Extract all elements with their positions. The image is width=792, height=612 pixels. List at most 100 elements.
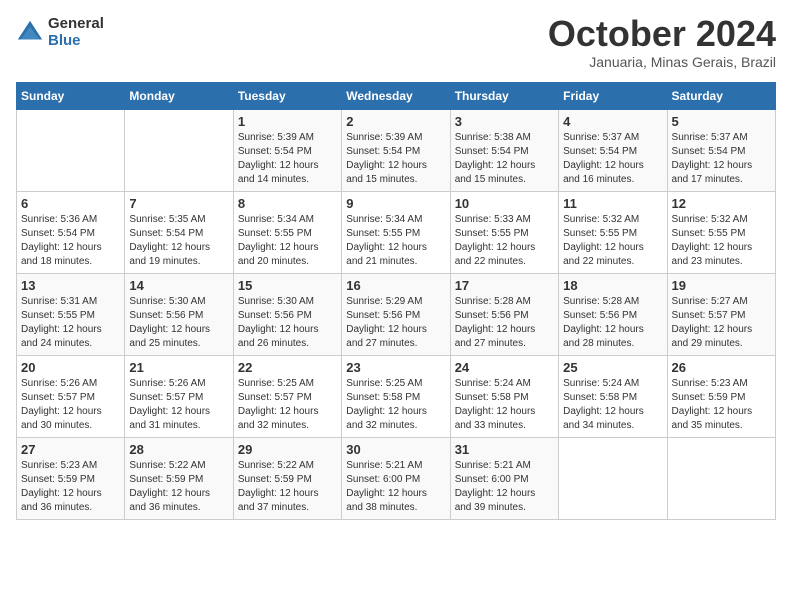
day-number: 8	[238, 196, 337, 211]
calendar-cell: 10Sunrise: 5:33 AMSunset: 5:55 PMDayligh…	[450, 192, 558, 274]
header-wednesday: Wednesday	[342, 83, 450, 110]
day-info: Sunrise: 5:38 AMSunset: 5:54 PMDaylight:…	[455, 131, 554, 187]
day-number: 11	[563, 196, 662, 211]
calendar-cell: 20 Sunrise: 5:26 AMSunset: 5:57 PMDayligh…	[17, 356, 125, 438]
calendar-cell: 17Sunrise: 5:28 AMSunset: 5:56 PMDayligh…	[450, 274, 558, 356]
day-info: Sunrise: 5:29 AMSunset: 5:56 PMDaylight:…	[346, 295, 445, 351]
month-title: October 2024	[548, 16, 776, 52]
day-info: Sunrise: 5:32 AMSunset: 5:55 PMDaylight:…	[563, 213, 662, 269]
day-number: 19	[672, 278, 771, 293]
logo-blue-text: Blue	[48, 33, 104, 50]
day-number: 27	[21, 442, 120, 457]
day-number: 22	[238, 360, 337, 375]
day-info: Sunrise: 5:25 AMSunset: 5:57 PMDaylight:…	[238, 377, 337, 433]
header-sunday: Sunday	[17, 83, 125, 110]
day-info: Sunrise: 5:23 AMSunset: 5:59 PMDaylight:…	[672, 377, 771, 433]
day-number: 5	[672, 114, 771, 129]
day-number: 17	[455, 278, 554, 293]
day-number: 14	[129, 278, 228, 293]
day-info: Sunrise: 5:21 AMSunset: 6:00 PMDaylight:…	[346, 459, 445, 515]
calendar-cell	[125, 110, 233, 192]
calendar-cell: 25 Sunrise: 5:24 AMSunset: 5:58 PMDayligh…	[559, 356, 667, 438]
day-number: 28	[129, 442, 228, 457]
day-number: 7	[129, 196, 228, 211]
day-info: Sunrise: 5:34 AMSunset: 5:55 PMDaylight:…	[346, 213, 445, 269]
day-info: Sunrise: 5:26 AMSunset: 5:57 PMDaylight:…	[129, 377, 228, 433]
calendar-cell: 21 Sunrise: 5:26 AMSunset: 5:57 PMDayligh…	[125, 356, 233, 438]
header-thursday: Thursday	[450, 83, 558, 110]
calendar-week-row: 20 Sunrise: 5:26 AMSunset: 5:57 PMDayligh…	[17, 356, 776, 438]
calendar-cell: 24 Sunrise: 5:24 AMSunset: 5:58 PMDayligh…	[450, 356, 558, 438]
calendar-cell: 8Sunrise: 5:34 AMSunset: 5:55 PMDaylight…	[233, 192, 341, 274]
day-info: Sunrise: 5:26 AMSunset: 5:57 PMDaylight:…	[21, 377, 120, 433]
day-info: Sunrise: 5:30 AMSunset: 5:56 PMDaylight:…	[238, 295, 337, 351]
day-info: Sunrise: 5:27 AMSunset: 5:57 PMDaylight:…	[672, 295, 771, 351]
day-number: 13	[21, 278, 120, 293]
calendar-cell: 13Sunrise: 5:31 AMSunset: 5:55 PMDayligh…	[17, 274, 125, 356]
page-header: General Blue October 2024 Januaria, Mina…	[16, 16, 776, 70]
header-saturday: Saturday	[667, 83, 775, 110]
calendar-cell: 12Sunrise: 5:32 AMSunset: 5:55 PMDayligh…	[667, 192, 775, 274]
logo-text: General Blue	[48, 16, 104, 49]
calendar-cell: 23 Sunrise: 5:25 AMSunset: 5:58 PMDayligh…	[342, 356, 450, 438]
header-friday: Friday	[559, 83, 667, 110]
calendar-week-row: 1 Sunrise: 5:39 AMSunset: 5:54 PMDaylight…	[17, 110, 776, 192]
calendar-cell	[667, 438, 775, 520]
day-info: Sunrise: 5:23 AMSunset: 5:59 PMDaylight:…	[21, 459, 120, 515]
calendar-cell: 5 Sunrise: 5:37 AMSunset: 5:54 PMDaylight…	[667, 110, 775, 192]
day-number: 31	[455, 442, 554, 457]
day-info: Sunrise: 5:22 AMSunset: 5:59 PMDaylight:…	[129, 459, 228, 515]
calendar-cell: 30 Sunrise: 5:21 AMSunset: 6:00 PMDayligh…	[342, 438, 450, 520]
day-number: 4	[563, 114, 662, 129]
day-number: 1	[238, 114, 337, 129]
header-monday: Monday	[125, 83, 233, 110]
calendar-cell: 9 Sunrise: 5:34 AMSunset: 5:55 PMDaylight…	[342, 192, 450, 274]
day-info: Sunrise: 5:25 AMSunset: 5:58 PMDaylight:…	[346, 377, 445, 433]
location-subtitle: Januaria, Minas Gerais, Brazil	[548, 54, 776, 70]
day-number: 24	[455, 360, 554, 375]
calendar-cell: 27 Sunrise: 5:23 AMSunset: 5:59 PMDayligh…	[17, 438, 125, 520]
day-info: Sunrise: 5:22 AMSunset: 5:59 PMDaylight:…	[238, 459, 337, 515]
day-number: 29	[238, 442, 337, 457]
day-number: 15	[238, 278, 337, 293]
day-info: Sunrise: 5:24 AMSunset: 5:58 PMDaylight:…	[563, 377, 662, 433]
calendar-table: SundayMondayTuesdayWednesdayThursdayFrid…	[16, 82, 776, 520]
calendar-cell: 22 Sunrise: 5:25 AMSunset: 5:57 PMDayligh…	[233, 356, 341, 438]
calendar-cell: 18 Sunrise: 5:28 AMSunset: 5:56 PMDayligh…	[559, 274, 667, 356]
day-info: Sunrise: 5:28 AMSunset: 5:56 PMDaylight:…	[563, 295, 662, 351]
day-number: 18	[563, 278, 662, 293]
day-number: 20	[21, 360, 120, 375]
day-number: 3	[455, 114, 554, 129]
day-number: 23	[346, 360, 445, 375]
title-block: October 2024 Januaria, Minas Gerais, Bra…	[548, 16, 776, 70]
calendar-week-row: 13Sunrise: 5:31 AMSunset: 5:55 PMDayligh…	[17, 274, 776, 356]
day-info: Sunrise: 5:39 AMSunset: 5:54 PMDaylight:…	[238, 131, 337, 187]
day-info: Sunrise: 5:32 AMSunset: 5:55 PMDaylight:…	[672, 213, 771, 269]
day-number: 10	[455, 196, 554, 211]
day-info: Sunrise: 5:39 AMSunset: 5:54 PMDaylight:…	[346, 131, 445, 187]
calendar-cell: 14 Sunrise: 5:30 AMSunset: 5:56 PMDayligh…	[125, 274, 233, 356]
calendar-cell: 15 Sunrise: 5:30 AMSunset: 5:56 PMDayligh…	[233, 274, 341, 356]
calendar-cell	[17, 110, 125, 192]
day-info: Sunrise: 5:24 AMSunset: 5:58 PMDaylight:…	[455, 377, 554, 433]
calendar-cell: 28 Sunrise: 5:22 AMSunset: 5:59 PMDayligh…	[125, 438, 233, 520]
calendar-header-row: SundayMondayTuesdayWednesdayThursdayFrid…	[17, 83, 776, 110]
header-tuesday: Tuesday	[233, 83, 341, 110]
day-info: Sunrise: 5:36 AMSunset: 5:54 PMDaylight:…	[21, 213, 120, 269]
calendar-week-row: 6Sunrise: 5:36 AMSunset: 5:54 PMDaylight…	[17, 192, 776, 274]
calendar-cell: 29 Sunrise: 5:22 AMSunset: 5:59 PMDayligh…	[233, 438, 341, 520]
calendar-cell	[559, 438, 667, 520]
day-info: Sunrise: 5:37 AMSunset: 5:54 PMDaylight:…	[672, 131, 771, 187]
day-info: Sunrise: 5:35 AMSunset: 5:54 PMDaylight:…	[129, 213, 228, 269]
day-number: 9	[346, 196, 445, 211]
calendar-cell: 16Sunrise: 5:29 AMSunset: 5:56 PMDayligh…	[342, 274, 450, 356]
day-number: 21	[129, 360, 228, 375]
day-info: Sunrise: 5:30 AMSunset: 5:56 PMDaylight:…	[129, 295, 228, 351]
calendar-cell: 2Sunrise: 5:39 AMSunset: 5:54 PMDaylight…	[342, 110, 450, 192]
day-number: 25	[563, 360, 662, 375]
calendar-cell: 1 Sunrise: 5:39 AMSunset: 5:54 PMDaylight…	[233, 110, 341, 192]
calendar-cell: 31Sunrise: 5:21 AMSunset: 6:00 PMDayligh…	[450, 438, 558, 520]
calendar-cell: 19 Sunrise: 5:27 AMSunset: 5:57 PMDayligh…	[667, 274, 775, 356]
day-number: 30	[346, 442, 445, 457]
calendar-cell: 3 Sunrise: 5:38 AMSunset: 5:54 PMDaylight…	[450, 110, 558, 192]
